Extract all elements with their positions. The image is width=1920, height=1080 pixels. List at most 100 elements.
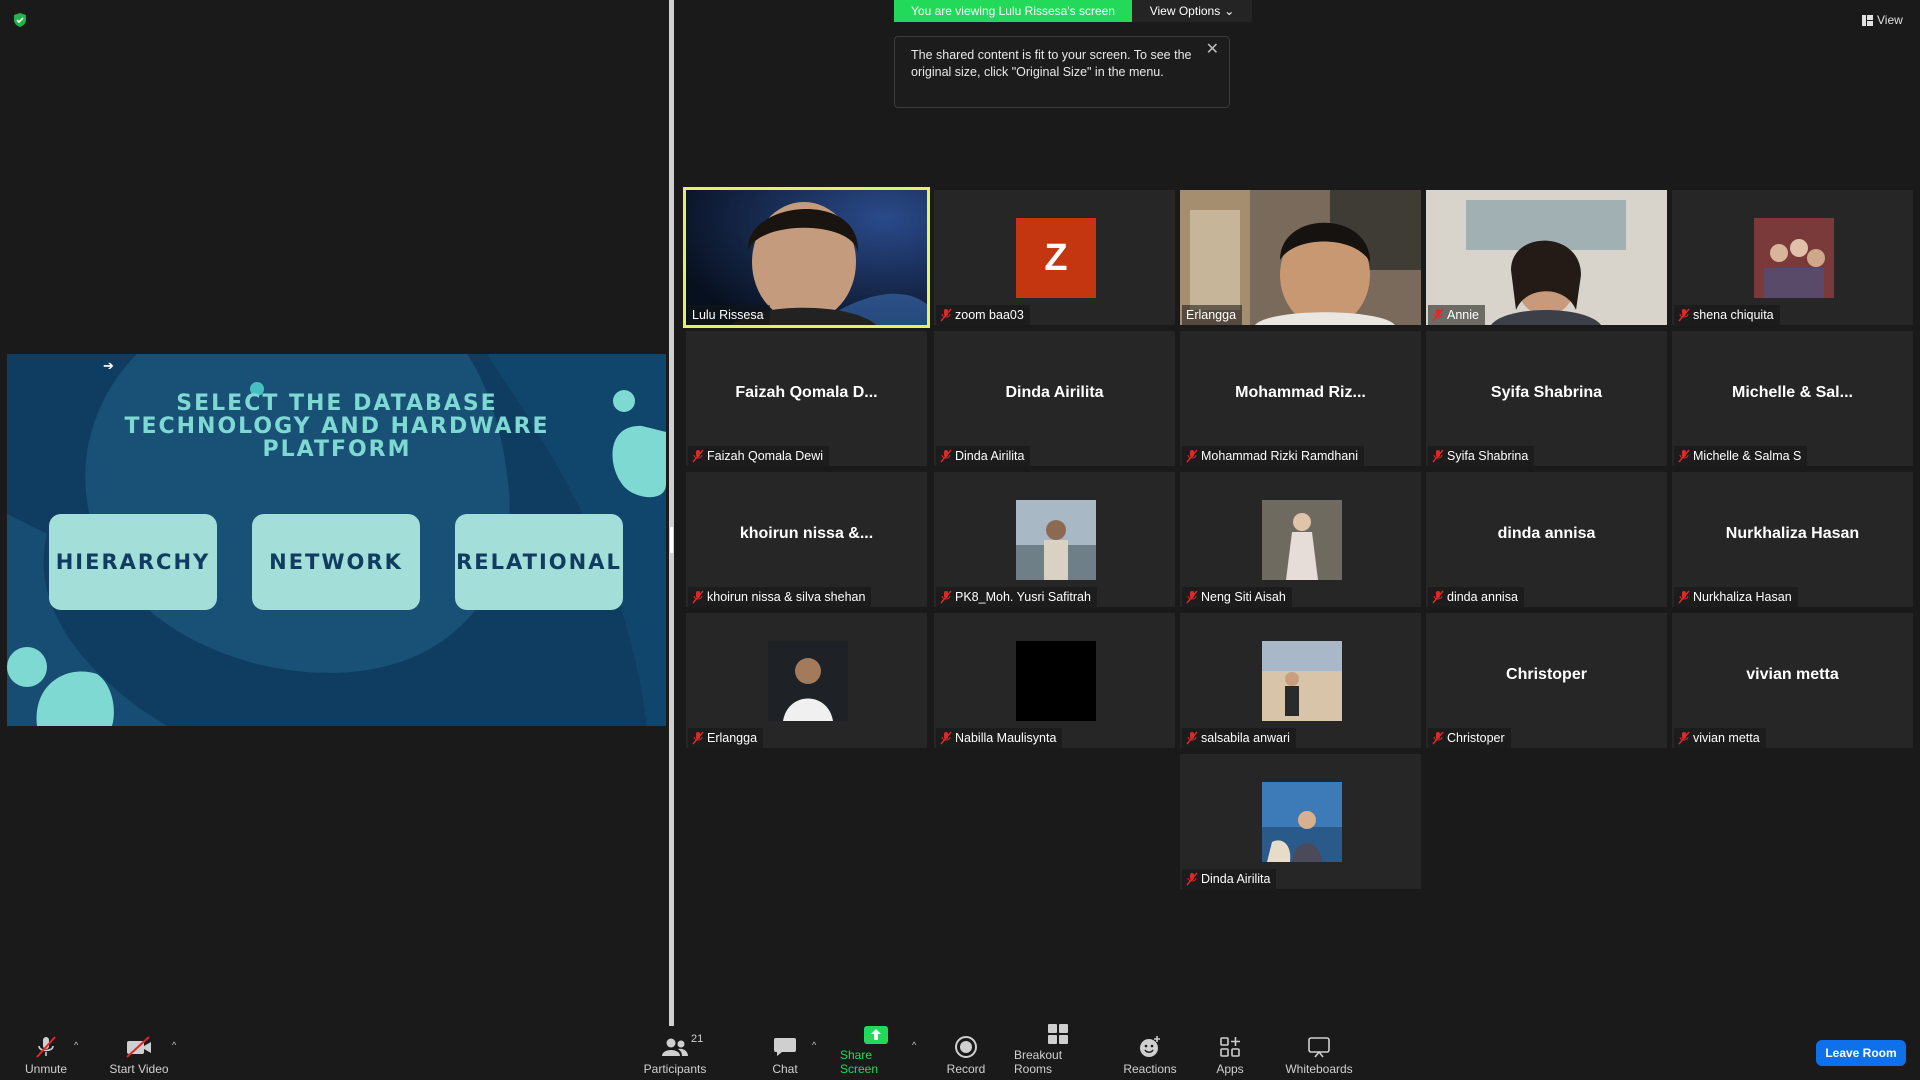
participant-tile-nurkhaliza[interactable]: Nurkhaliza Hasan Nurkhaliza Hasan bbox=[1672, 472, 1913, 607]
participant-display-name: Christoper bbox=[1506, 666, 1587, 683]
participant-tile-michelle[interactable]: Michelle & Sal... Michelle & Salma S bbox=[1672, 331, 1913, 466]
profile-photo bbox=[1262, 641, 1342, 721]
participant-display-name: Michelle & Sal... bbox=[1732, 384, 1853, 401]
participant-name-label: Mohammad Rizki Ramdhani bbox=[1182, 446, 1365, 466]
chevron-down-icon: ⌄ bbox=[1224, 4, 1235, 18]
participant-name: PK8_Moh. Yusri Safitrah bbox=[955, 590, 1091, 604]
participant-display-name: Nurkhaliza Hasan bbox=[1725, 525, 1860, 542]
participant-display-name: dinda annisa bbox=[1497, 525, 1596, 542]
participant-name: khoirun nissa & silva shehan bbox=[707, 590, 866, 604]
participant-tile-dinda-airilita-2[interactable]: Dinda Airilita bbox=[1180, 754, 1421, 889]
audio-options-caret-icon[interactable]: ^ bbox=[74, 1040, 78, 1050]
presentation-slide: ➔ SELECT THE DATABASE TECHNOLOGY AND HAR… bbox=[7, 354, 666, 726]
participant-tile-syifa[interactable]: Syifa Shabrina Syifa Shabrina bbox=[1426, 331, 1667, 466]
chat-options-caret-icon[interactable]: ^ bbox=[812, 1040, 816, 1050]
muted-mic-icon bbox=[1432, 449, 1444, 463]
participant-name: zoom baa03 bbox=[955, 308, 1024, 322]
leave-room-button[interactable]: Leave Room bbox=[1816, 1040, 1906, 1066]
view-label: View bbox=[1877, 13, 1903, 27]
muted-mic-icon bbox=[36, 1036, 56, 1058]
participant-tile-erlangga-2[interactable]: Erlangga bbox=[686, 613, 927, 748]
participant-name: vivian metta bbox=[1693, 731, 1760, 745]
participant-name-label: Lulu Rissesa bbox=[688, 305, 770, 325]
participant-name-label: Erlangga bbox=[1182, 305, 1243, 325]
participant-name: Lulu Rissesa bbox=[692, 308, 764, 322]
view-options-button[interactable]: View Options ⌄ bbox=[1132, 0, 1252, 22]
participant-tile-lulu-rissesa[interactable]: Lulu Rissesa bbox=[683, 187, 930, 328]
muted-mic-icon bbox=[1678, 731, 1690, 745]
apps-icon bbox=[1220, 1037, 1240, 1057]
participant-tile-dinda-annisa[interactable]: dinda annisa dinda annisa bbox=[1426, 472, 1667, 607]
breakout-rooms-icon bbox=[1048, 1024, 1068, 1044]
participant-tile-neng-siti[interactable]: Neng Siti Aisah bbox=[1180, 472, 1421, 607]
apps-button[interactable]: Apps bbox=[1210, 1030, 1250, 1076]
close-icon[interactable]: ✕ bbox=[1206, 41, 1219, 58]
participant-tile-nabilla[interactable]: Nabilla Maulisynta bbox=[934, 613, 1175, 748]
record-button[interactable]: Record bbox=[946, 1030, 986, 1076]
participant-name-label: Michelle & Salma S bbox=[1674, 446, 1808, 466]
tooltip-text: The shared content is fit to your screen… bbox=[911, 48, 1192, 79]
participant-tile-faizah[interactable]: Faizah Qomala D... Faizah Qomala Dewi bbox=[686, 331, 927, 466]
participant-tile-christoper[interactable]: Christoper Christoper bbox=[1426, 613, 1667, 748]
view-layout-button[interactable]: View bbox=[1862, 10, 1903, 30]
start-video-button[interactable]: Start Video bbox=[106, 1030, 172, 1076]
share-screen-icon bbox=[864, 1026, 888, 1044]
meeting-toolbar: Unmute ^ Start Video ^ 21 Participants C… bbox=[0, 1024, 1920, 1080]
muted-mic-icon bbox=[1186, 872, 1198, 886]
share-screen-button[interactable]: Share Screen bbox=[840, 1026, 912, 1076]
muted-mic-icon bbox=[1186, 590, 1198, 604]
shared-screen-pane[interactable]: ➔ SELECT THE DATABASE TECHNOLOGY AND HAR… bbox=[0, 0, 669, 1026]
split-view-divider[interactable] bbox=[669, 0, 674, 1026]
gallery-view-icon bbox=[1862, 14, 1873, 26]
participant-name: Neng Siti Aisah bbox=[1201, 590, 1286, 604]
participant-tile-salsabila[interactable]: salsabila anwari bbox=[1180, 613, 1421, 748]
participants-label: Participants bbox=[643, 1062, 707, 1076]
participant-tile-annie[interactable]: Annie bbox=[1426, 190, 1667, 325]
slide-title-line: PLATFORM bbox=[262, 437, 412, 462]
profile-photo bbox=[768, 641, 848, 721]
participant-name: Erlangga bbox=[707, 731, 758, 745]
chat-bubble-icon bbox=[774, 1038, 796, 1056]
participant-name-label: Erlangga bbox=[688, 728, 764, 748]
participant-name: salsabila anwari bbox=[1201, 731, 1290, 745]
muted-mic-icon bbox=[940, 731, 952, 745]
participants-button[interactable]: 21 Participants bbox=[640, 1030, 710, 1076]
whiteboards-button[interactable]: Whiteboards bbox=[1280, 1030, 1358, 1076]
breakout-rooms-label: Breakout Rooms bbox=[1014, 1048, 1063, 1076]
participant-tile-mohammad-rizki[interactable]: Mohammad Riz... Mohammad Rizki Ramdhani bbox=[1180, 331, 1421, 466]
video-options-caret-icon[interactable]: ^ bbox=[172, 1040, 176, 1050]
participant-name: shena chiquita bbox=[1693, 308, 1774, 322]
participant-name-label: Syifa Shabrina bbox=[1428, 446, 1535, 466]
fit-to-screen-tooltip: The shared content is fit to your screen… bbox=[894, 36, 1230, 108]
encryption-shield-icon[interactable] bbox=[12, 12, 28, 28]
participant-name-label: Nabilla Maulisynta bbox=[936, 728, 1063, 748]
participant-count-badge: 21 bbox=[691, 1033, 704, 1045]
participant-name-label: zoom baa03 bbox=[936, 305, 1030, 325]
participant-tile-khoirun[interactable]: khoirun nissa &... khoirun nissa & silva… bbox=[686, 472, 927, 607]
chat-button[interactable]: Chat bbox=[765, 1030, 805, 1076]
slide-box-network: NETWORK bbox=[252, 514, 420, 610]
participant-tile-vivian[interactable]: vivian metta vivian metta bbox=[1672, 613, 1913, 748]
participant-tile-zoom-baa03[interactable]: Z zoom baa03 bbox=[934, 190, 1175, 325]
muted-mic-icon bbox=[1186, 449, 1198, 463]
unmute-button[interactable]: Unmute bbox=[20, 1030, 72, 1076]
breakout-rooms-button[interactable]: Breakout Rooms bbox=[1014, 1024, 1102, 1076]
slide-box-relational: RELATIONAL bbox=[455, 514, 623, 610]
participant-tile-erlangga[interactable]: Erlangga bbox=[1180, 190, 1421, 325]
apps-label: Apps bbox=[1216, 1062, 1244, 1076]
video-off-icon bbox=[126, 1036, 151, 1058]
participant-tile-yusri[interactable]: PK8_Moh. Yusri Safitrah bbox=[934, 472, 1175, 607]
reactions-button[interactable]: Reactions bbox=[1123, 1030, 1177, 1076]
participant-tile-shena-chiquita[interactable]: shena chiquita bbox=[1672, 190, 1913, 325]
participant-tile-dinda-airilita[interactable]: Dinda Airilita Dinda Airilita bbox=[934, 331, 1175, 466]
view-options-label: View Options bbox=[1149, 4, 1221, 18]
slide-title-line: TECHNOLOGY AND HARDWARE bbox=[124, 414, 550, 439]
divider-drag-handle[interactable] bbox=[670, 527, 673, 553]
participant-name-label: shena chiquita bbox=[1674, 305, 1780, 325]
share-options-caret-icon[interactable]: ^ bbox=[912, 1040, 916, 1050]
participant-name-label: Neng Siti Aisah bbox=[1182, 587, 1292, 607]
whiteboards-label: Whiteboards bbox=[1285, 1062, 1353, 1076]
muted-mic-icon bbox=[692, 731, 704, 745]
pointer-cursor-icon: ➔ bbox=[103, 358, 114, 373]
avatar: Z bbox=[1016, 218, 1096, 298]
